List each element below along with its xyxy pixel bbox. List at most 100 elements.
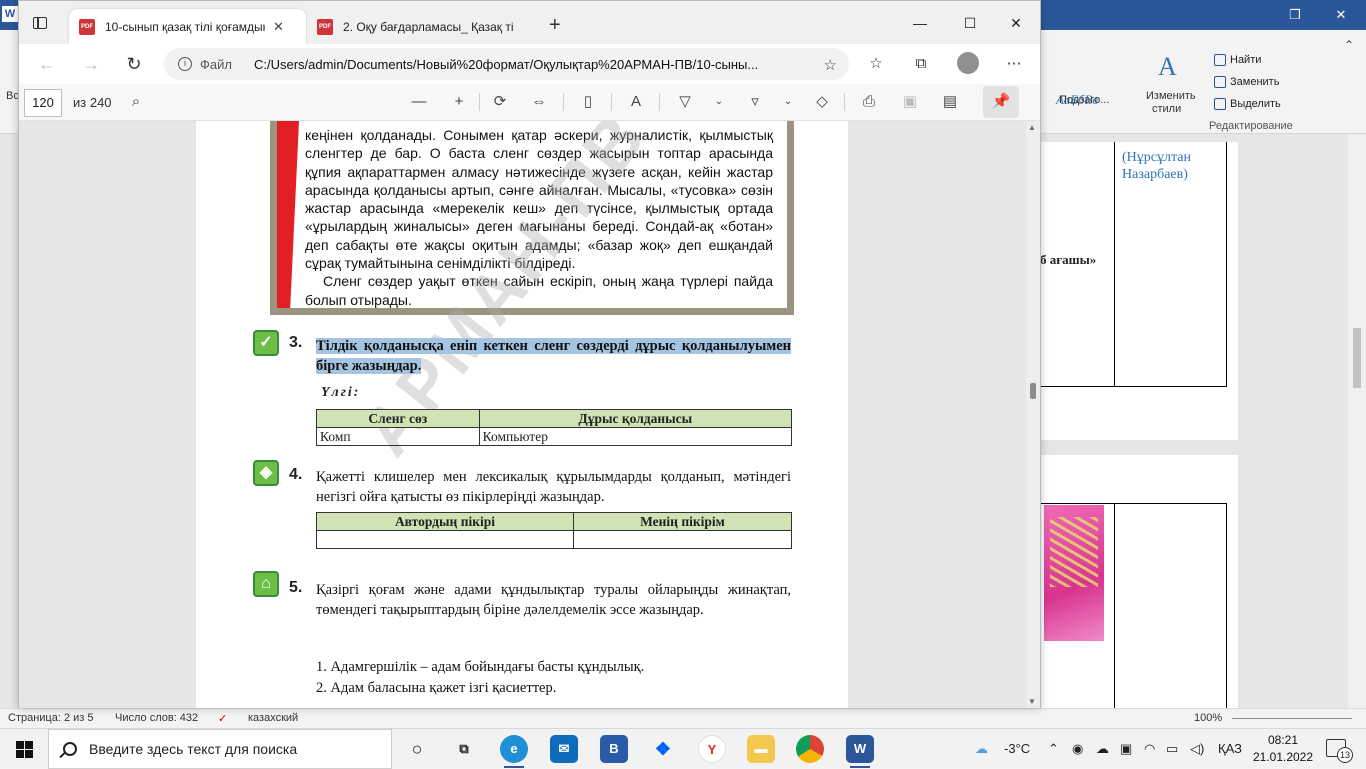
tab-active[interactable]: PDF 10-сынып қазақ тілі қоғамдық-гу ✕: [69, 9, 306, 44]
scroll-up-icon[interactable]: ▲: [1028, 123, 1036, 132]
topic-list: 1. Адамгершілік – адам бойындағы басты қ…: [316, 657, 644, 699]
forward-icon[interactable]: →: [77, 52, 105, 76]
mail-app-icon[interactable]: ✉: [550, 735, 578, 763]
ribbon-collapse-icon[interactable]: ⌃: [1326, 30, 1366, 60]
zoom-level[interactable]: 100%: [1194, 712, 1222, 724]
zoom-slider[interactable]: [1232, 718, 1352, 719]
word-scrollbar[interactable]: [1348, 134, 1366, 708]
table-header: Автордың пікірі: [316, 512, 574, 531]
maximize-icon[interactable]: ☐: [947, 9, 993, 37]
pdf-scrollbar[interactable]: ▲ ▼: [1026, 121, 1040, 708]
pdf-icon: PDF: [317, 18, 333, 35]
word-doc-page: (Нұрсұлтан Назарбаев) б ағашы»: [1040, 142, 1238, 440]
proofing-icon[interactable]: ✓: [218, 712, 227, 725]
taskbar: Введите здесь текст для поиска ○ ⧉ e ✉ B…: [0, 728, 1366, 769]
print-icon[interactable]: ⎙: [857, 91, 881, 113]
draw-icon[interactable]: ▽: [673, 91, 697, 113]
new-tab-icon[interactable]: +: [549, 15, 561, 35]
taskbar-search[interactable]: Введите здесь текст для поиска: [48, 729, 392, 769]
search-icon[interactable]: ⌕: [124, 91, 148, 113]
replace-button[interactable]: Заменить: [1214, 76, 1279, 88]
tray-chevron-up-icon[interactable]: ⌃: [1048, 741, 1059, 757]
tab-inactive[interactable]: PDF 2. Оқу бағдарламасы_ Қазақ тілі: [307, 9, 544, 44]
profile-avatar[interactable]: [957, 52, 979, 74]
page-view-icon[interactable]: ▯: [576, 91, 600, 113]
separator: [611, 93, 612, 111]
weather-icon[interactable]: ☁: [975, 741, 988, 757]
notifications-icon[interactable]: 13: [1326, 739, 1353, 763]
url-scheme-label: Файл: [200, 56, 232, 72]
tray-app-icon[interactable]: ◉: [1072, 741, 1083, 757]
chevron-down-icon[interactable]: ⌄: [776, 91, 800, 113]
info-icon[interactable]: i: [178, 57, 192, 71]
change-styles-icon[interactable]: A: [1158, 52, 1177, 82]
collections-icon[interactable]: ⧉: [907, 52, 935, 76]
page-status[interactable]: Страница: 2 из 5: [8, 712, 94, 724]
file-explorer-icon[interactable]: ▬: [747, 735, 775, 763]
edge-app-icon[interactable]: e: [500, 735, 528, 768]
rotate-icon[interactable]: ⟳: [488, 91, 512, 113]
close-tab-icon[interactable]: ✕: [273, 19, 284, 35]
question-text: Тілдік қолданысқа еніп кеткен сленг сөзд…: [316, 337, 791, 376]
url-text[interactable]: C:/Users/admin/Documents/Новый%20формат/…: [254, 57, 814, 72]
table-line: [1040, 386, 1227, 387]
scroll-down-icon[interactable]: ▼: [1028, 697, 1036, 706]
zoom-out-icon[interactable]: —: [407, 91, 431, 113]
system-clock[interactable]: 08:21 21.01.2022: [1252, 732, 1314, 766]
more-menu-icon[interactable]: ⋯: [1000, 52, 1028, 76]
favorites-icon[interactable]: ☆: [862, 52, 890, 76]
cursor-icon: [1214, 98, 1226, 110]
read-aloud-icon[interactable]: A: [624, 91, 648, 113]
eraser-icon[interactable]: ◇: [810, 91, 834, 113]
windows-start-icon[interactable]: [0, 729, 48, 769]
tab-actions-icon[interactable]: [33, 17, 47, 29]
weather-temp[interactable]: -3°C: [1004, 741, 1030, 756]
tray-display-icon[interactable]: ▣: [1120, 741, 1132, 757]
onedrive-icon[interactable]: ☁: [1096, 741, 1109, 757]
pin-toolbar-icon[interactable]: 📌: [983, 86, 1019, 118]
pdf-viewer[interactable]: кеңінен қолданады. Сонымен қатар әскери,…: [19, 121, 1040, 708]
word-app-icon[interactable]: W: [846, 735, 874, 768]
page-number-input[interactable]: 120: [24, 89, 62, 117]
select-button[interactable]: Выделить: [1214, 98, 1281, 110]
scroll-thumb[interactable]: [1030, 383, 1036, 399]
frame-paragraph-2: Сленг сөздер уақыт өткен сайын ескіріп, …: [305, 273, 773, 308]
bold-fragment: б ағашы»: [1040, 252, 1097, 267]
add-favorite-icon[interactable]: ☆: [824, 56, 837, 74]
volume-icon[interactable]: ◁): [1190, 741, 1204, 757]
fit-page-icon[interactable]: ⇔: [527, 91, 551, 113]
find-button[interactable]: Найти: [1214, 54, 1261, 66]
chrome-icon[interactable]: [796, 735, 824, 763]
battery-icon[interactable]: ▭: [1166, 741, 1178, 757]
house-icon: ⌂: [253, 571, 279, 597]
yandex-icon[interactable]: Y: [698, 735, 726, 763]
word-close-icon[interactable]: ✕: [1318, 0, 1364, 30]
language-status[interactable]: казахский: [248, 712, 298, 724]
b-app-icon[interactable]: B: [600, 735, 628, 763]
language-indicator[interactable]: ҚАЗ: [1218, 741, 1242, 756]
task-view-icon[interactable]: ⧉: [450, 735, 478, 763]
refresh-icon[interactable]: ↻: [120, 52, 148, 76]
frame-paragraph: кеңінен қолданады. Сонымен қатар әскери,…: [305, 126, 773, 309]
highlight-icon[interactable]: ▿: [743, 91, 767, 113]
wifi-icon[interactable]: ◠: [1144, 741, 1155, 757]
change-styles-label-2[interactable]: стили: [1152, 103, 1181, 115]
map-pin-icon: ◈: [253, 460, 279, 486]
url-field[interactable]: i Файл C:/Users/admin/Documents/Новый%20…: [164, 48, 849, 80]
example-label: Үлгі:: [321, 385, 361, 400]
scroll-thumb[interactable]: [1353, 328, 1361, 388]
minimize-icon[interactable]: —: [897, 9, 943, 37]
chevron-down-icon[interactable]: ⌄: [707, 91, 731, 113]
dropbox-icon[interactable]: ❖: [649, 735, 677, 763]
close-window-icon[interactable]: ✕: [993, 9, 1039, 37]
back-icon[interactable]: ←: [33, 52, 61, 76]
style-label[interactable]: Подзаго...: [1059, 94, 1109, 106]
word-restore-icon[interactable]: ❐: [1272, 0, 1318, 30]
save-icon[interactable]: ▣: [898, 91, 922, 113]
change-styles-label[interactable]: Изменить: [1146, 90, 1196, 102]
zoom-in-icon[interactable]: +: [447, 91, 471, 113]
cortana-icon[interactable]: ○: [403, 735, 431, 763]
save-as-icon[interactable]: ▤: [938, 91, 962, 113]
table-header: Дұрыс қолданысы: [478, 409, 793, 428]
word-count[interactable]: Число слов: 432: [115, 712, 198, 724]
